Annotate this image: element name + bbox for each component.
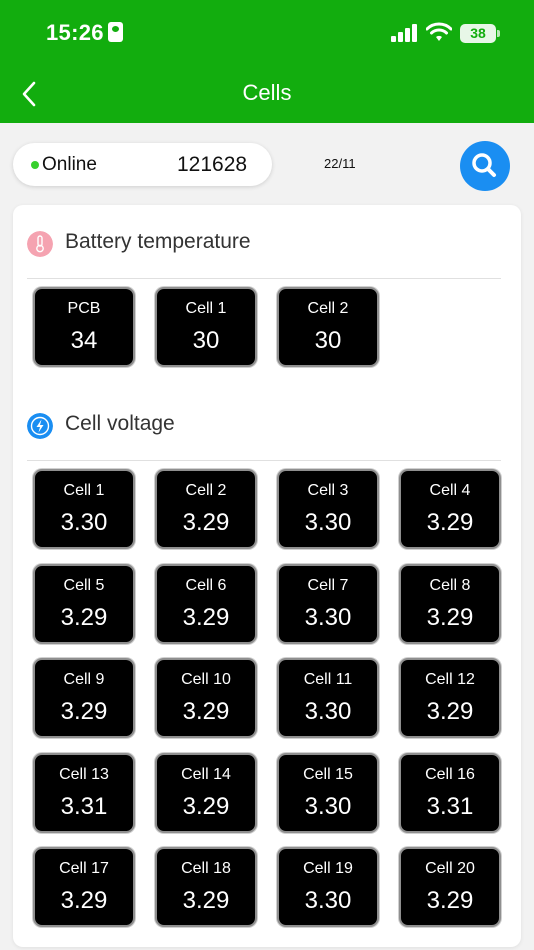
temperature-section-header: Battery temperature: [27, 225, 501, 265]
voltage-tile-label: Cell 3: [307, 482, 349, 499]
voltage-tile: Cell 4 3.29: [399, 469, 501, 549]
voltage-tile-value: 3.29: [426, 603, 474, 631]
voltage-tile-value: 3.29: [182, 887, 230, 914]
voltage-tile-label: Cell 12: [425, 671, 475, 688]
voltage-tile: Cell 18 3.29: [155, 847, 257, 927]
voltage-tile-label: Cell 19: [303, 860, 353, 877]
voltage-tile-label: Cell 1: [63, 482, 105, 499]
voltage-tile: Cell 3 3.30: [277, 469, 379, 549]
battery-indicator: 38: [460, 24, 500, 43]
voltage-tile-label: Cell 18: [181, 860, 231, 877]
temperature-tile-value: 34: [70, 327, 98, 354]
voltage-tile-value: 3.29: [426, 509, 474, 536]
voltage-tile-label: Cell 20: [425, 860, 475, 877]
temperature-tile-label: Cell 2: [307, 300, 349, 317]
voltage-tile: Cell 7 3.30: [277, 563, 379, 644]
voltage-tile-value: 3.29: [426, 698, 474, 725]
temperature-tile: Cell 2 30: [277, 287, 379, 367]
voltage-tile-label: Cell 14: [181, 765, 231, 783]
search-icon: [472, 153, 496, 177]
voltage-tile-label: Cell 11: [303, 671, 353, 688]
voltage-tile-value: 3.30: [304, 509, 352, 536]
voltage-tile: Cell 2 3.29: [155, 469, 257, 549]
voltage-tile: Cell 14 3.29: [155, 752, 257, 833]
voltage-tile-value: 3.29: [182, 509, 230, 536]
cells-card: Battery temperature PCB 34 Cell 1 30 Cell 2 3…: [13, 205, 521, 947]
page-title: Cells: [242, 80, 292, 105]
voltage-tile-value: 3.31: [60, 792, 108, 820]
voltage-tile: Cell 16 3.31: [399, 752, 501, 833]
voltage-section-header: Cell voltage: [27, 407, 501, 447]
temperature-tile-label: Cell 1: [185, 300, 227, 317]
voltage-tile-value: 3.29: [60, 603, 108, 631]
voltage-tile-value: 3.29: [426, 887, 474, 914]
voltage-tile-value: 3.30: [304, 792, 352, 820]
voltage-tile: Cell 1 3.30: [33, 469, 135, 549]
thermometer-icon: [27, 231, 53, 257]
voltage-tile-label: Cell 5: [63, 576, 105, 594]
voltage-tile-label: Cell 4: [429, 482, 471, 499]
online-status-dot: [31, 161, 39, 169]
online-status-label: Online: [42, 154, 97, 175]
app-header: 15:26 38 Cells: [0, 0, 534, 123]
voltage-tile-label: Cell 8: [429, 576, 471, 594]
voltage-tile: Cell 20 3.29: [399, 847, 501, 927]
voltage-tile-label: Cell 6: [185, 576, 227, 594]
voltage-tile: Cell 5 3.29: [33, 563, 135, 644]
voltage-tile-value: 3.29: [182, 698, 230, 725]
voltage-tile-value: 3.29: [182, 792, 230, 820]
voltage-tile: Cell 17 3.29: [33, 847, 135, 927]
voltage-tile-label: Cell 17: [59, 860, 109, 877]
id-card-icon: [107, 22, 123, 42]
voltage-tile: Cell 6 3.29: [155, 563, 257, 644]
wifi-icon: [426, 22, 452, 41]
search-button[interactable]: [460, 141, 510, 191]
voltage-tile-value: 3.29: [60, 887, 108, 914]
voltage-tile-label: Cell 10: [181, 671, 231, 688]
temperature-tile: Cell 1 30: [155, 287, 257, 367]
voltage-tile: Cell 9 3.29: [33, 658, 135, 738]
lightning-icon: [27, 413, 53, 439]
voltage-tile-label: Cell 16: [425, 765, 475, 783]
temperature-tile-value: 30: [192, 327, 220, 354]
cell-signal-icon: [391, 24, 419, 42]
voltage-tile: Cell 8 3.29: [399, 563, 501, 644]
divider: [27, 460, 501, 461]
voltage-tile: Cell 13 3.31: [33, 752, 135, 833]
voltage-tile-value: 3.29: [60, 698, 108, 725]
voltage-tile-label: Cell 7: [307, 576, 349, 594]
voltage-tile-value: 3.31: [426, 792, 474, 820]
voltage-tile-value: 3.30: [304, 887, 352, 914]
temperature-tile-value: 30: [314, 327, 342, 354]
date-label: 22/11: [324, 156, 356, 171]
device-status-pill: Online 121628: [13, 143, 272, 186]
device-id: 121628: [177, 153, 248, 176]
voltage-tile: Cell 11 3.30: [277, 658, 379, 738]
voltage-tile-value: 3.30: [304, 603, 352, 631]
voltage-tile-label: Cell 15: [303, 765, 353, 783]
voltage-tile-value: 3.29: [182, 603, 230, 631]
voltage-tile: Cell 15 3.30: [277, 752, 379, 833]
voltage-tile: Cell 12 3.29: [399, 658, 501, 738]
status-time: 15:26: [46, 20, 123, 46]
voltage-tile-value: 3.30: [60, 509, 108, 536]
voltage-tile-label: Cell 13: [59, 765, 109, 783]
voltage-tile-label: Cell 9: [63, 671, 105, 688]
voltage-tile-label: Cell 2: [185, 482, 227, 499]
temperature-section-title: Battery temperature: [65, 230, 251, 253]
voltage-tile: Cell 19 3.30: [277, 847, 379, 927]
voltage-tile-value: 3.30: [304, 698, 352, 725]
voltage-section-title: Cell voltage: [65, 412, 175, 435]
temperature-tile-label: PCB: [67, 300, 101, 317]
voltage-tile: Cell 10 3.29: [155, 658, 257, 738]
divider: [27, 278, 501, 279]
temperature-tile: PCB 34: [33, 287, 135, 367]
